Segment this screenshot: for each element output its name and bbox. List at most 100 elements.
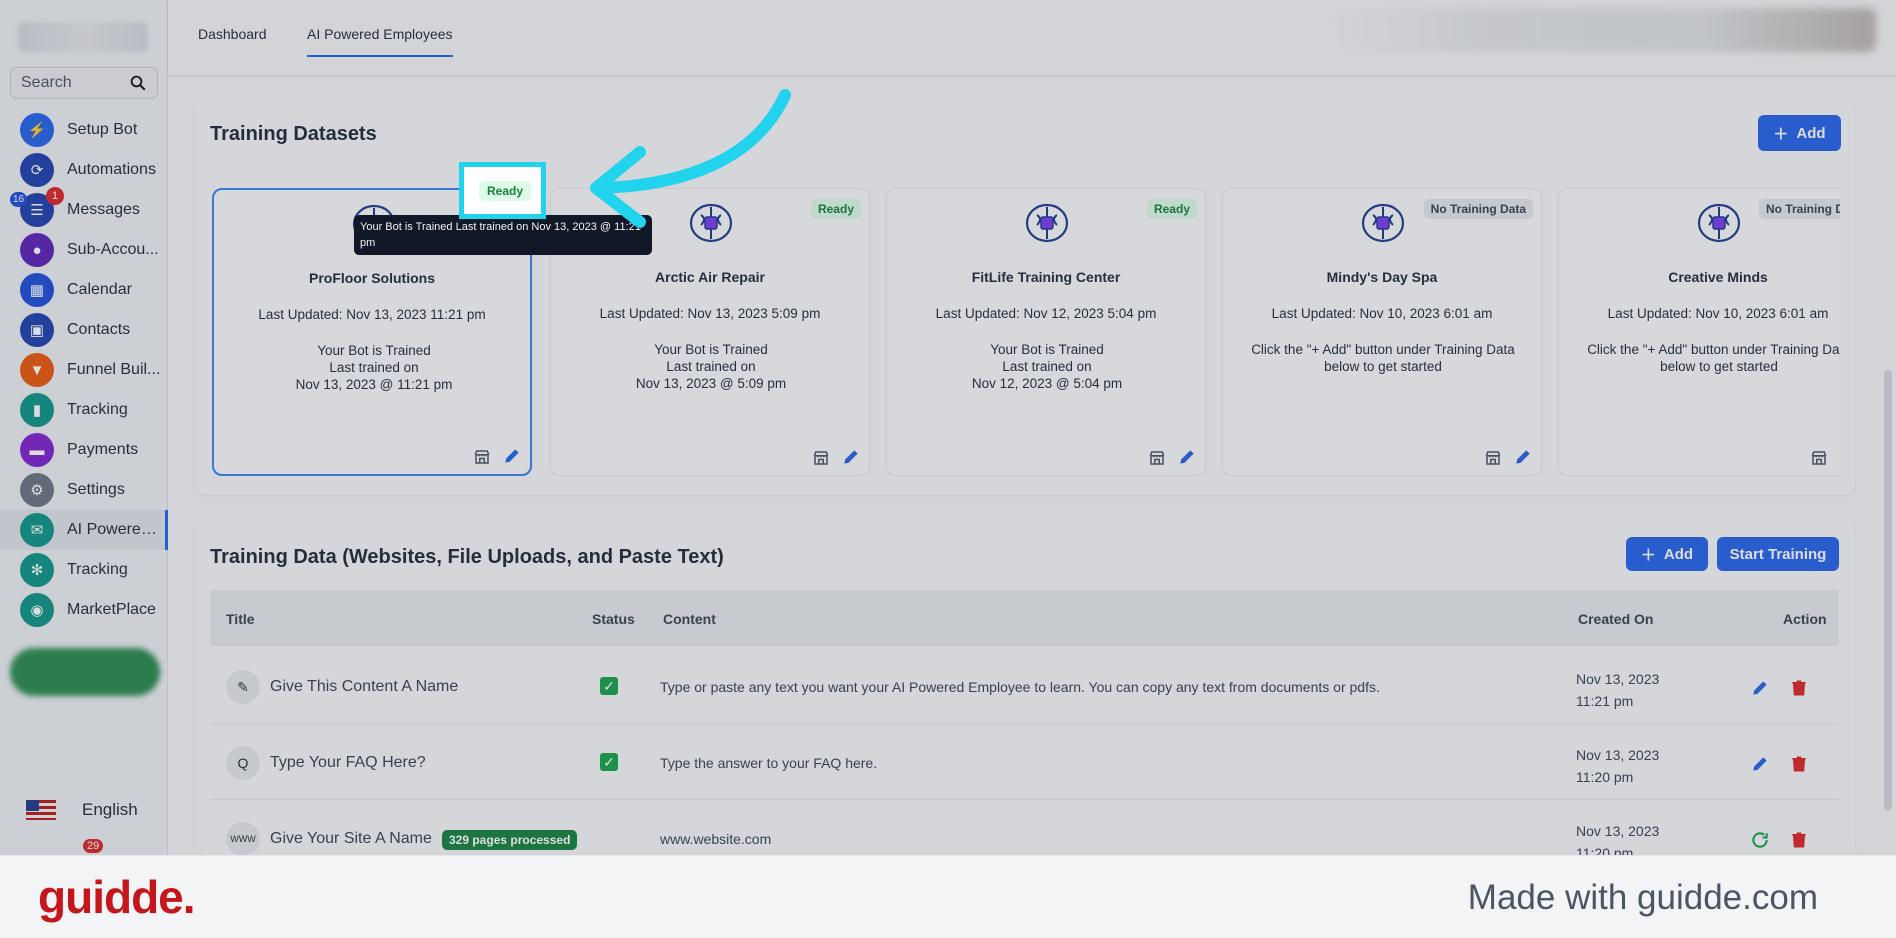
edit-icon[interactable]: [1750, 678, 1770, 698]
plus-icon: ＋: [1640, 546, 1656, 564]
table-row[interactable]: ✎ Give This Content A Name ✓ Type or pas…: [210, 648, 1839, 724]
sidebar-item-automations[interactable]: ⟳ Automations: [0, 150, 168, 190]
add-dataset-button[interactable]: ＋ Add: [1758, 115, 1841, 151]
tab-dashboard[interactable]: Dashboard: [198, 26, 267, 42]
store-icon[interactable]: [1147, 449, 1167, 467]
column-content[interactable]: Content: [663, 611, 716, 627]
desc-line: Last trained on: [1002, 359, 1092, 374]
last-updated: Last Updated: Nov 13, 2023 11:21 pm: [258, 307, 486, 322]
dataset-description: Your Bot is Trained Last trained on Nov …: [897, 341, 1197, 392]
network-icon: ✻: [20, 553, 54, 587]
funnel-icon: ▼: [20, 353, 54, 387]
bottom-toolbar: 29: [8, 839, 158, 855]
sidebar-item-label: Tracking: [67, 561, 128, 578]
dataset-card[interactable]: No Training Data Creative Minds Last Upd…: [1558, 188, 1840, 476]
refresh-icon[interactable]: [1750, 830, 1770, 850]
dataset-name: ProFloor Solutions: [309, 270, 435, 286]
delete-icon[interactable]: [1790, 754, 1808, 774]
bar-chart-icon: ▮: [20, 393, 54, 427]
store-icon[interactable]: [472, 448, 492, 466]
edit-icon[interactable]: [1177, 447, 1197, 467]
top-bar: Dashboard AI Powered Employees: [168, 0, 1896, 75]
www-icon: WWW: [226, 822, 260, 855]
column-created-on[interactable]: Created On: [1578, 611, 1653, 627]
training-data-panel: Training Data (Websites, File Uploads, a…: [196, 522, 1855, 855]
delete-icon[interactable]: [1790, 830, 1808, 850]
training-data-title: Training Data (Websites, File Uploads, a…: [210, 546, 724, 568]
text-doc-icon: ✎: [226, 670, 260, 704]
column-action: Action: [1783, 611, 1827, 627]
status-check-icon: ✓: [600, 677, 618, 695]
guidde-footer: guidde. Made with guidde.com: [0, 855, 1896, 938]
column-status[interactable]: Status: [592, 611, 635, 627]
user-profile-area[interactable]: [1316, 8, 1876, 52]
sidebar-item-contacts[interactable]: ▣ Contacts: [0, 310, 168, 350]
date-line: Nov 13, 2023: [1576, 747, 1660, 763]
store-icon[interactable]: [1483, 449, 1503, 467]
dataset-card[interactable]: Ready FitLife Training Center Last Updat…: [886, 188, 1206, 476]
sidebar-item-settings[interactable]: ⚙ Settings: [0, 470, 168, 510]
last-updated: Last Updated: Nov 13, 2023 5:09 pm: [599, 306, 821, 321]
brain-icon: [1025, 203, 1069, 243]
language-selector[interactable]: English: [26, 800, 138, 820]
highlighted-status-badge[interactable]: Ready: [479, 181, 532, 201]
brain-icon: [1361, 203, 1405, 243]
sidebar-item-messages[interactable]: ☰ 16 1 Messages: [0, 187, 168, 230]
tab-ai-powered-employees[interactable]: AI Powered Employees: [307, 26, 453, 57]
sidebar-item-setup-bot[interactable]: ⚡ Setup Bot: [0, 110, 168, 150]
start-training-button[interactable]: Start Training: [1717, 537, 1839, 571]
unread-badge: 1: [46, 187, 64, 205]
dataset-card[interactable]: No Training Data Mindy's Day Spa Last Up…: [1222, 188, 1542, 476]
sidebar-item-marketplace[interactable]: ◉ MarketPlace: [0, 590, 168, 630]
status-badge: No Training Data: [1759, 199, 1840, 219]
row-content: www.website.com: [660, 831, 772, 847]
sidebar: Search ⚡ Setup Bot ⟳ Automations ☰ 16 1 …: [0, 0, 168, 855]
add-training-data-button[interactable]: ＋ Add: [1626, 537, 1708, 571]
app-logo[interactable]: [18, 22, 148, 52]
contacts-icon: ▣: [20, 313, 54, 347]
sidebar-item-label: Setup Bot: [67, 121, 138, 138]
dataset-name: FitLife Training Center: [971, 269, 1121, 285]
sidebar-item-ai-powered[interactable]: ✉ AI Powered...: [0, 510, 168, 550]
pages-processed-badge: 329 pages processed: [442, 830, 578, 850]
table-row[interactable]: Q Type Your FAQ Here? ✓ Type the answer …: [210, 724, 1839, 800]
search-input[interactable]: Search: [10, 67, 158, 99]
store-icon[interactable]: [811, 449, 831, 467]
sidebar-item-tracking-2[interactable]: ✻ Tracking: [0, 550, 168, 590]
sidebar-item-label: Automations: [67, 161, 156, 178]
search-placeholder: Search: [21, 74, 72, 91]
table-row[interactable]: WWW Give Your Site A Name 329 pages proc…: [210, 800, 1839, 855]
page-scrollbar[interactable]: [1884, 370, 1892, 810]
sidebar-item-label: Funnel Buil...: [67, 361, 161, 378]
sidebar-item-funnel-builder[interactable]: ▼ Funnel Buil...: [0, 350, 168, 390]
training-datasets-panel: Training Datasets ＋ Add Ready ProFloor S…: [196, 100, 1855, 495]
edit-icon[interactable]: [1513, 447, 1533, 467]
sidebar-nav: ⚡ Setup Bot ⟳ Automations ☰ 16 1 Message…: [0, 110, 168, 630]
date-line: Nov 13, 2023: [1576, 823, 1660, 839]
desc-line: Your Bot is Trained: [654, 342, 768, 357]
us-flag-icon: [26, 800, 56, 820]
column-title[interactable]: Title: [226, 611, 255, 627]
dataset-name: Mindy's Day Spa: [1326, 269, 1438, 285]
delete-icon[interactable]: [1790, 678, 1808, 698]
desc-line: Your Bot is Trained: [990, 342, 1104, 357]
store-icon[interactable]: [1809, 449, 1829, 467]
edit-icon[interactable]: [1750, 754, 1770, 774]
date-line: Nov 13, 2023: [1576, 671, 1660, 687]
sidebar-item-calendar[interactable]: ▦ Calendar: [0, 270, 168, 310]
sidebar-item-payments[interactable]: ▬ Payments: [0, 430, 168, 470]
card-icon: ▬: [20, 433, 54, 467]
row-title: Give This Content A Name: [270, 678, 459, 695]
sidebar-item-tracking[interactable]: ▮ Tracking: [0, 390, 168, 430]
sidebar-item-sub-accounts[interactable]: ● Sub-Accou...: [0, 230, 168, 270]
desc-line: Nov 13, 2023 @ 5:09 pm: [635, 376, 787, 391]
edit-icon[interactable]: [841, 447, 861, 467]
sidebar-item-label: MarketPlace: [67, 601, 156, 618]
desc-line: Click the "+ Add" button under Training …: [1587, 342, 1840, 357]
upgrade-button[interactable]: [10, 648, 160, 696]
search-icon[interactable]: [129, 74, 147, 92]
add-label: Add: [1796, 124, 1826, 142]
sidebar-item-label: Messages: [67, 201, 140, 218]
desc-line: below to get started: [1660, 359, 1778, 374]
edit-icon[interactable]: [502, 446, 522, 466]
